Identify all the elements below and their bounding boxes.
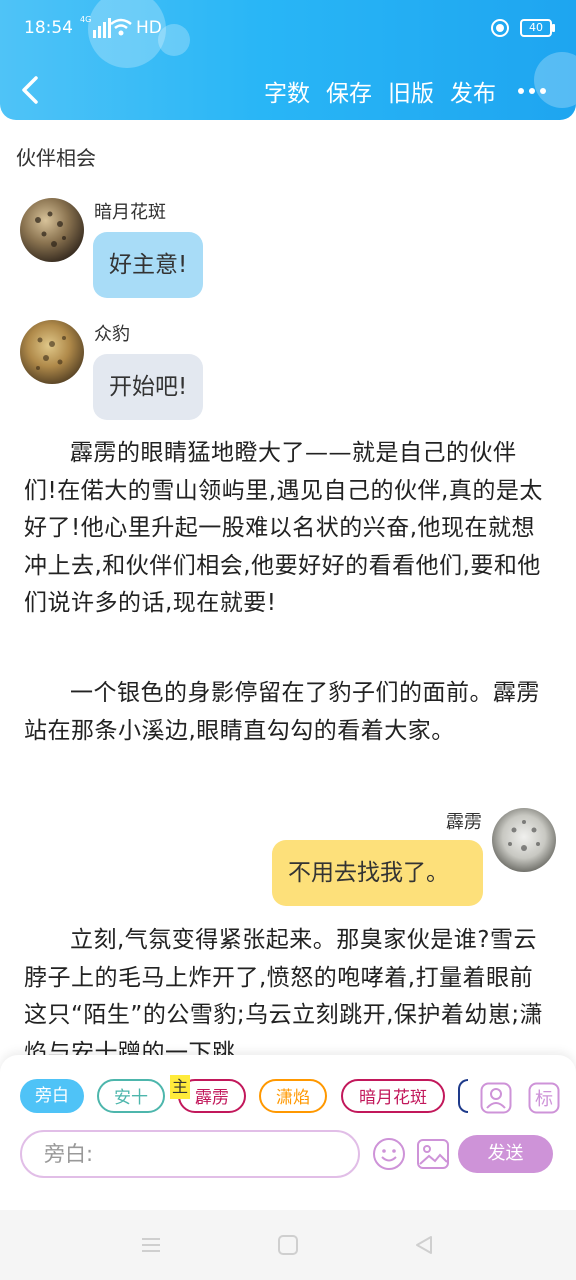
more-icon[interactable]	[518, 88, 546, 94]
speaker-name: 霹雳	[446, 812, 482, 833]
signal-icon: 4G	[80, 15, 112, 38]
record-icon	[491, 19, 509, 37]
emoji-icon[interactable]	[372, 1137, 406, 1171]
back-triangle-icon[interactable]	[413, 1234, 435, 1256]
role-chip-narrator[interactable]: 旁白	[20, 1079, 84, 1113]
network-type: 4G	[80, 15, 92, 24]
home-icon[interactable]	[277, 1234, 299, 1256]
story-content: 伙伴相会 暗月花斑 好主意! 众豹 开始吧! 霹雳的眼睛猛地瞪大了——就是自己的…	[0, 120, 576, 1055]
image-icon[interactable]	[416, 1137, 450, 1171]
avatar[interactable]	[20, 320, 84, 384]
role-chip-partial[interactable]	[458, 1079, 468, 1113]
hd-indicator: HD	[136, 18, 162, 38]
narration-paragraph[interactable]: 立刻,气氛变得紧张起来。那臭家伙是谁?雪云脖子上的毛马上炸开了,愤怒的咆哮着,打…	[24, 922, 544, 1055]
back-icon[interactable]	[16, 70, 48, 110]
toolbar: 字数 保存 旧版 发布	[264, 74, 546, 108]
svg-text:标: 标	[535, 1089, 553, 1110]
chapter-title: 伙伴相会	[16, 146, 96, 170]
message-input[interactable]: 旁白:	[20, 1130, 360, 1178]
speaker-name: 暗月花斑	[94, 202, 166, 223]
system-nav-bar	[0, 1210, 576, 1280]
word-count-button[interactable]: 字数	[264, 74, 310, 108]
role-chip[interactable]: 安十	[97, 1079, 165, 1113]
wifi-icon	[110, 18, 132, 36]
role-chip[interactable]: 潇焰	[259, 1079, 327, 1113]
old-version-button[interactable]: 旧版	[388, 74, 434, 108]
input-panel: 旁白 安十 霹雳 主 潇焰 暗月花斑 标 旁白: 发送	[0, 1055, 576, 1210]
header: 18:54 4G HD 40 字数 保存 旧版 发布	[0, 0, 576, 120]
chat-bubble[interactable]: 不用去找我了。	[272, 840, 483, 906]
tag-icon[interactable]: 标	[528, 1082, 560, 1114]
speaker-name: 众豹	[94, 324, 130, 345]
status-right: 40	[490, 18, 555, 38]
status-time: 18:54	[24, 18, 73, 38]
role-chip[interactable]: 暗月花斑	[341, 1079, 445, 1113]
status-bar: 18:54 4G HD 40	[0, 14, 576, 44]
main-character-badge: 主	[170, 1075, 190, 1099]
battery-icon: 40	[520, 19, 555, 37]
avatar[interactable]	[20, 198, 84, 262]
chat-bubble[interactable]: 好主意!	[93, 232, 204, 298]
chat-bubble[interactable]: 开始吧!	[93, 354, 204, 420]
person-icon[interactable]	[480, 1082, 512, 1114]
narration-paragraph[interactable]: 霹雳的眼睛猛地瞪大了——就是自己的伙伴们!在偌大的雪山领屿里,遇见自己的伙伴,真…	[24, 435, 544, 623]
send-button[interactable]: 发送	[458, 1135, 553, 1173]
menu-icon[interactable]	[140, 1234, 162, 1256]
narration-paragraph[interactable]: 一个银色的身影停留在了豹子们的面前。霹雳站在那条小溪边,眼睛直勾勾的看着大家。	[24, 675, 544, 750]
save-button[interactable]: 保存	[326, 74, 372, 108]
publish-button[interactable]: 发布	[450, 74, 496, 108]
avatar[interactable]	[492, 808, 556, 872]
